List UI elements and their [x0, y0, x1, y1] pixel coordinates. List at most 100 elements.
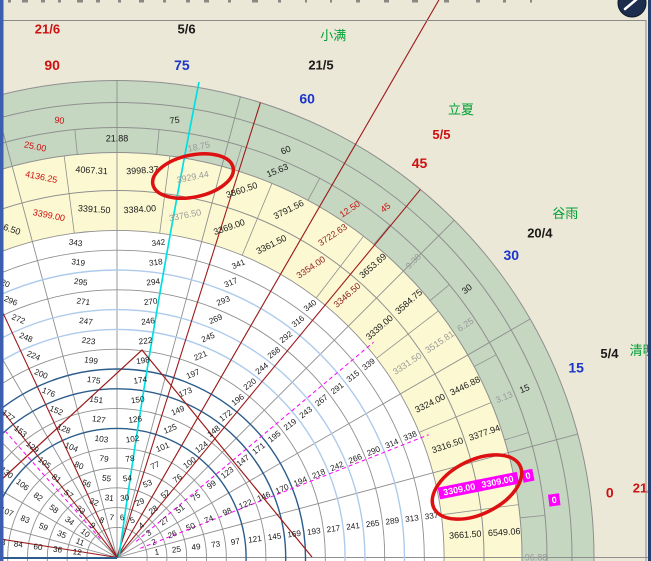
- wheel-number: 31: [104, 493, 115, 503]
- outer-price-cell: 6549.06: [488, 526, 521, 538]
- clipped-text-speck: [139, 0, 144, 3]
- wheel-number: 127: [91, 414, 106, 425]
- clipped-text-speck: [58, 0, 61, 3]
- outer-degree-label: 90: [44, 57, 60, 73]
- inner-price-cell: 3384.00: [123, 203, 156, 215]
- date-label: 5/4: [600, 346, 619, 361]
- clipped-text-speck: [356, 0, 360, 3]
- fraction-value: 96.88: [525, 553, 548, 561]
- degree-cell: 90: [54, 115, 65, 126]
- fraction-value: 21.88: [106, 134, 129, 144]
- wheel-number: 145: [267, 531, 282, 542]
- outer-degree-label: 60: [299, 90, 315, 106]
- clipped-text-speck: [412, 0, 418, 3]
- wheel-number: 60: [33, 542, 44, 552]
- date-label: 5/5: [432, 127, 450, 142]
- clipped-text-speck: [278, 0, 281, 3]
- clipped-text-speck: [503, 0, 506, 3]
- left-window-frame: [0, 0, 4, 561]
- wheel-bands: [0, 0, 651, 561]
- solar-term-label: 谷雨: [552, 206, 578, 221]
- wheel-number: 25: [171, 545, 182, 555]
- outer-price-value: 6549.06: [488, 526, 521, 538]
- outer-degree-label: 0: [606, 485, 614, 501]
- wheel-number: 73: [211, 539, 222, 549]
- clipped-text-speck: [77, 0, 83, 3]
- wheel-number: 36: [53, 545, 64, 555]
- gann-wheel-chart[interactable]: 6549.063309.003377.943446.883515.813584.…: [0, 0, 651, 561]
- clipped-text-speck: [204, 0, 209, 3]
- wheel-number: 97: [230, 537, 241, 547]
- wheel-number: 217: [326, 524, 341, 535]
- degree-cell: 0: [548, 493, 561, 506]
- outer-degree-label: 45: [412, 155, 428, 171]
- wheel-number: 175: [86, 375, 101, 386]
- wheel-number: 78: [125, 454, 136, 464]
- solar-term-label: 立夏: [448, 102, 474, 117]
- wheel-number: 222: [138, 336, 153, 347]
- fraction-cell: 96.88: [525, 553, 548, 561]
- wheel-number: 343: [68, 238, 83, 249]
- wheel-number: 271: [76, 296, 91, 307]
- inner-price-value: 3391.50: [78, 203, 111, 215]
- wheel-number: 223: [81, 336, 96, 347]
- wheel-number: 313: [405, 513, 420, 524]
- outer-price-value: 4067.31: [75, 164, 108, 176]
- degree-value: 75: [169, 115, 180, 126]
- wheel-number: 55: [101, 473, 112, 483]
- clipped-text-speck: [228, 0, 231, 3]
- wheel-number: 151: [89, 395, 104, 406]
- outer-price-cell: 4067.31: [75, 164, 108, 176]
- solar-term-label: 清明: [630, 343, 651, 358]
- date-label: 20/4: [527, 226, 553, 241]
- clipped-text-speck: [41, 0, 45, 3]
- wheel-number: 102: [125, 434, 140, 445]
- clipped-text-speck: [444, 0, 449, 3]
- clipped-text-speck: [163, 0, 166, 3]
- wheel-number: 295: [73, 277, 88, 288]
- date-label: 21/6: [35, 22, 60, 37]
- wheel-number: 49: [191, 542, 202, 552]
- inner-price-value: 3384.00: [123, 203, 156, 215]
- wheel-number: 30: [120, 493, 131, 503]
- wheel-number: 342: [151, 238, 166, 249]
- wheel-number: 79: [99, 454, 110, 464]
- outer-degree-label: 15: [568, 359, 584, 375]
- wheel-number: 193: [306, 526, 321, 537]
- wheel-number: 247: [79, 316, 94, 327]
- clipped-text-speck: [305, 0, 307, 3]
- wheel-number: 12: [72, 547, 83, 557]
- wheel-number: 270: [143, 296, 158, 307]
- wheel-number: 84: [13, 539, 24, 549]
- solar-term-label: 小满: [320, 28, 346, 43]
- wheel-number: 318: [148, 257, 163, 268]
- inner-price-cell: 3661.50: [449, 529, 482, 541]
- clipped-text-speck: [476, 0, 480, 3]
- clipped-text-speck: [96, 0, 100, 3]
- wheel-number: 54: [122, 473, 133, 483]
- fraction-cell: 21.88: [106, 134, 129, 144]
- wheel-number: 246: [141, 316, 156, 327]
- clipped-text-speck: [530, 0, 532, 3]
- date-label: 5/6: [178, 22, 196, 37]
- clipped-text-speck: [22, 0, 28, 3]
- wheel-number: 174: [133, 375, 148, 386]
- clipped-text-speck: [252, 0, 258, 3]
- outer-degree-label: 75: [174, 57, 190, 73]
- inner-price-cell: 3391.50: [78, 203, 111, 215]
- wheel-number: 150: [130, 395, 145, 406]
- degree-value: 90: [54, 115, 65, 126]
- wheel-number: 121: [248, 534, 263, 545]
- clipped-text-speck: [8, 0, 11, 3]
- wheel-number: 294: [146, 277, 161, 288]
- wheel-number: 241: [346, 521, 361, 532]
- inner-price-value: 3661.50: [449, 529, 482, 541]
- date-label: 21/5: [308, 58, 333, 73]
- wheel-number: 319: [71, 257, 86, 268]
- wheel-number: 169: [287, 529, 302, 540]
- wheel-number: 103: [94, 434, 109, 445]
- wheel-number: 199: [84, 355, 99, 366]
- degree-cell: 75: [169, 115, 180, 126]
- clipped-text-speck: [186, 0, 190, 3]
- wheel-number: 126: [128, 414, 143, 425]
